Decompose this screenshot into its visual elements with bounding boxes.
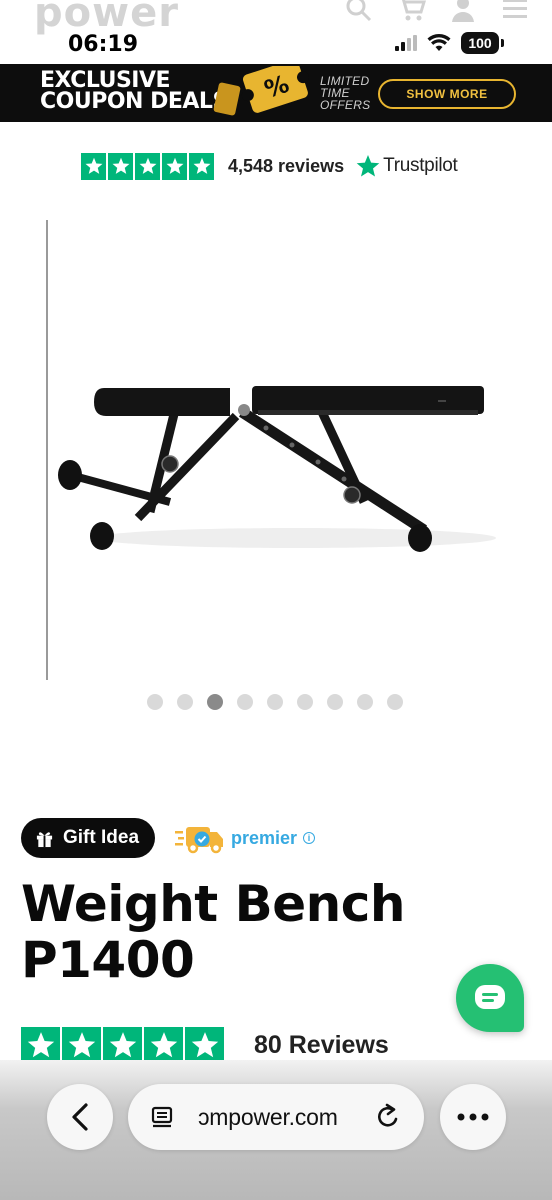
trustpilot-star-icon bbox=[189, 152, 214, 180]
trustpilot-star-icon bbox=[162, 152, 187, 180]
product-gallery[interactable] bbox=[46, 220, 552, 680]
premier-badge[interactable]: premier i bbox=[175, 822, 316, 854]
reader-icon[interactable] bbox=[150, 1105, 174, 1129]
promo-title: EXCLUSIVE COUPON DEALS bbox=[40, 68, 228, 114]
trustpilot-stars bbox=[81, 152, 214, 180]
gallery-pagination bbox=[147, 694, 403, 710]
chat-bubble-icon bbox=[475, 985, 505, 1009]
header-icons bbox=[344, 0, 530, 24]
product-page: power 06:19 100 EXCLUSIVE COUPON DEALS %… bbox=[0, 0, 552, 1200]
account-icon[interactable] bbox=[448, 0, 478, 24]
gallery-dot[interactable] bbox=[327, 694, 343, 710]
chat-button[interactable] bbox=[456, 964, 524, 1032]
product-rating[interactable]: 80 Reviews bbox=[21, 1027, 389, 1063]
trustpilot-star-icon bbox=[356, 155, 380, 177]
product-rating-stars bbox=[21, 1027, 224, 1063]
more-icon bbox=[457, 1113, 489, 1121]
info-icon[interactable]: i bbox=[303, 832, 316, 844]
menu-icon[interactable] bbox=[500, 0, 530, 24]
product-title: Weight Bench P1400 bbox=[21, 876, 441, 988]
gallery-dot[interactable] bbox=[147, 694, 163, 710]
delivery-truck-icon bbox=[175, 827, 224, 854]
gift-icon bbox=[36, 831, 53, 847]
gallery-dot[interactable] bbox=[357, 694, 373, 710]
product-image bbox=[58, 386, 496, 552]
trustpilot-logo: Trustpilot bbox=[356, 154, 458, 178]
status-time: 06:19 bbox=[68, 32, 139, 57]
gallery-dot[interactable] bbox=[297, 694, 313, 710]
rating-star-icon bbox=[185, 1027, 224, 1063]
product-badges: Gift Idea premier i bbox=[21, 818, 316, 858]
url-text: ɔmpower.com bbox=[198, 1103, 338, 1130]
trustpilot-rating[interactable]: 4,548 reviews Trustpilot bbox=[81, 152, 458, 180]
address-bar[interactable]: ɔmpower.com bbox=[128, 1084, 424, 1150]
trustpilot-star-icon bbox=[81, 152, 106, 180]
back-arrow-icon bbox=[72, 1103, 88, 1131]
more-button[interactable] bbox=[440, 1084, 506, 1150]
show-more-button[interactable]: SHOW MORE bbox=[378, 79, 516, 109]
promo-title-line2: COUPON DEALS bbox=[40, 89, 228, 114]
site-logo[interactable]: power bbox=[34, 0, 179, 36]
product-review-count: 80 Reviews bbox=[254, 1030, 389, 1059]
promo-banner[interactable]: EXCLUSIVE COUPON DEALS % LIMITED TIME OF… bbox=[0, 64, 552, 122]
reload-icon[interactable] bbox=[374, 1103, 402, 1131]
rating-star-icon bbox=[62, 1027, 101, 1063]
trustpilot-brand: Trustpilot bbox=[383, 155, 458, 176]
gift-idea-badge[interactable]: Gift Idea bbox=[21, 818, 156, 858]
rating-star-icon bbox=[144, 1027, 183, 1063]
top-bar: power 06:19 100 bbox=[0, 0, 552, 64]
trustpilot-star-icon bbox=[135, 152, 160, 180]
gallery-dot[interactable] bbox=[207, 694, 223, 710]
coupon-ticket-icon: % bbox=[213, 66, 310, 116]
back-button[interactable] bbox=[47, 1084, 113, 1150]
status-icons: 100 bbox=[395, 32, 504, 54]
gallery-dot[interactable] bbox=[387, 694, 403, 710]
rating-star-icon bbox=[103, 1027, 142, 1063]
premier-label: premier bbox=[231, 827, 298, 848]
battery-indicator: 100 bbox=[461, 32, 499, 54]
review-count: 4,548 reviews bbox=[228, 155, 345, 176]
gallery-dot[interactable] bbox=[237, 694, 253, 710]
cart-icon[interactable] bbox=[396, 0, 426, 24]
logo-text: power bbox=[34, 0, 179, 36]
product-title-line2: P1400 bbox=[21, 931, 195, 989]
trustpilot-star-icon bbox=[108, 152, 133, 180]
promo-title-line1: EXCLUSIVE bbox=[40, 68, 171, 93]
battery-tip bbox=[501, 39, 504, 47]
rating-star-icon bbox=[21, 1027, 60, 1063]
wifi-icon bbox=[427, 34, 451, 51]
signal-icon bbox=[395, 35, 417, 51]
product-title-line1: Weight Bench bbox=[21, 875, 405, 933]
gallery-dot[interactable] bbox=[177, 694, 193, 710]
search-icon[interactable] bbox=[344, 0, 374, 24]
gift-idea-label: Gift Idea bbox=[63, 827, 140, 848]
gallery-dot[interactable] bbox=[267, 694, 283, 710]
promo-limited-text: LIMITED TIME OFFERS bbox=[320, 74, 371, 112]
